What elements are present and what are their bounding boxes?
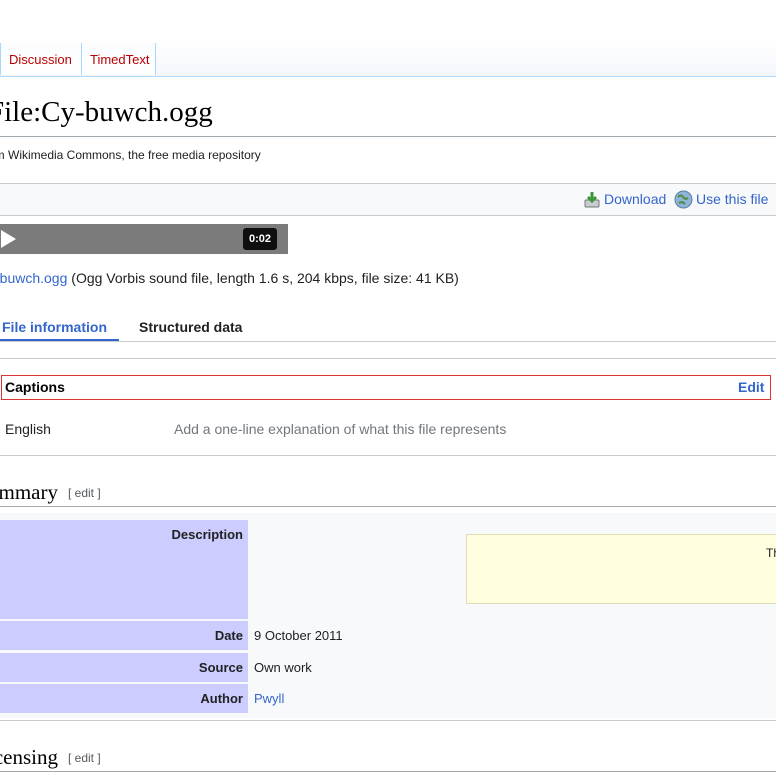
summary-heading-text: ummary bbox=[0, 480, 58, 504]
captions-edit-button[interactable]: Edit bbox=[738, 379, 764, 395]
panel-top-divider bbox=[0, 358, 776, 359]
table-bottom-divider bbox=[0, 720, 776, 721]
tab-discussion[interactable]: Discussion bbox=[0, 43, 81, 75]
caption-language: English bbox=[5, 421, 51, 437]
description-box-text: Th bbox=[766, 546, 776, 560]
file-description-line: y-buwch.ogg (Ogg Vorbis sound file, leng… bbox=[0, 270, 459, 286]
title-divider bbox=[0, 136, 776, 137]
description-box bbox=[466, 534, 776, 604]
licensing-divider bbox=[0, 771, 776, 772]
tab-file-information[interactable]: File information bbox=[2, 319, 107, 335]
date-value: 9 October 2011 bbox=[254, 628, 343, 643]
source-value: Own work bbox=[254, 660, 312, 675]
summary-edit-link[interactable]: [ edit ] bbox=[68, 486, 101, 500]
captions-header bbox=[1, 375, 771, 400]
page-title: File:Cy-buwch.ogg bbox=[0, 96, 213, 128]
globe-icon[interactable] bbox=[674, 190, 693, 214]
download-icon[interactable] bbox=[583, 191, 601, 214]
summary-divider bbox=[0, 506, 776, 507]
licensing-heading: icensing [ edit ] bbox=[0, 745, 101, 770]
summary-heading: ummary [ edit ] bbox=[0, 480, 101, 505]
tab-structured-data[interactable]: Structured data bbox=[139, 319, 242, 335]
use-this-file-link[interactable]: Use this file bbox=[696, 191, 768, 207]
caption-input[interactable]: Add a one-line explanation of what this … bbox=[174, 421, 506, 437]
tab-timedtext[interactable]: TimedText bbox=[81, 43, 156, 75]
author-link[interactable]: Pwyll bbox=[254, 691, 284, 706]
licensing-heading-text: icensing bbox=[0, 745, 58, 769]
captions-divider bbox=[0, 455, 776, 456]
source-label: Source bbox=[0, 653, 248, 682]
play-icon[interactable] bbox=[1, 230, 17, 253]
captions-title: Captions bbox=[5, 379, 65, 395]
date-label: Date bbox=[0, 621, 248, 650]
file-link[interactable]: y-buwch.ogg bbox=[0, 270, 67, 286]
author-label: Author bbox=[0, 684, 248, 713]
download-link[interactable]: Download bbox=[604, 191, 666, 207]
file-info-text: (Ogg Vorbis sound file, length 1.6 s, 20… bbox=[67, 270, 459, 286]
description-label: Description bbox=[0, 520, 248, 619]
player-time: 0:02 bbox=[243, 228, 277, 250]
site-subtitle: om Wikimedia Commons, the free media rep… bbox=[0, 148, 261, 162]
subtabs-divider bbox=[0, 341, 776, 342]
licensing-edit-link[interactable]: [ edit ] bbox=[68, 751, 101, 765]
